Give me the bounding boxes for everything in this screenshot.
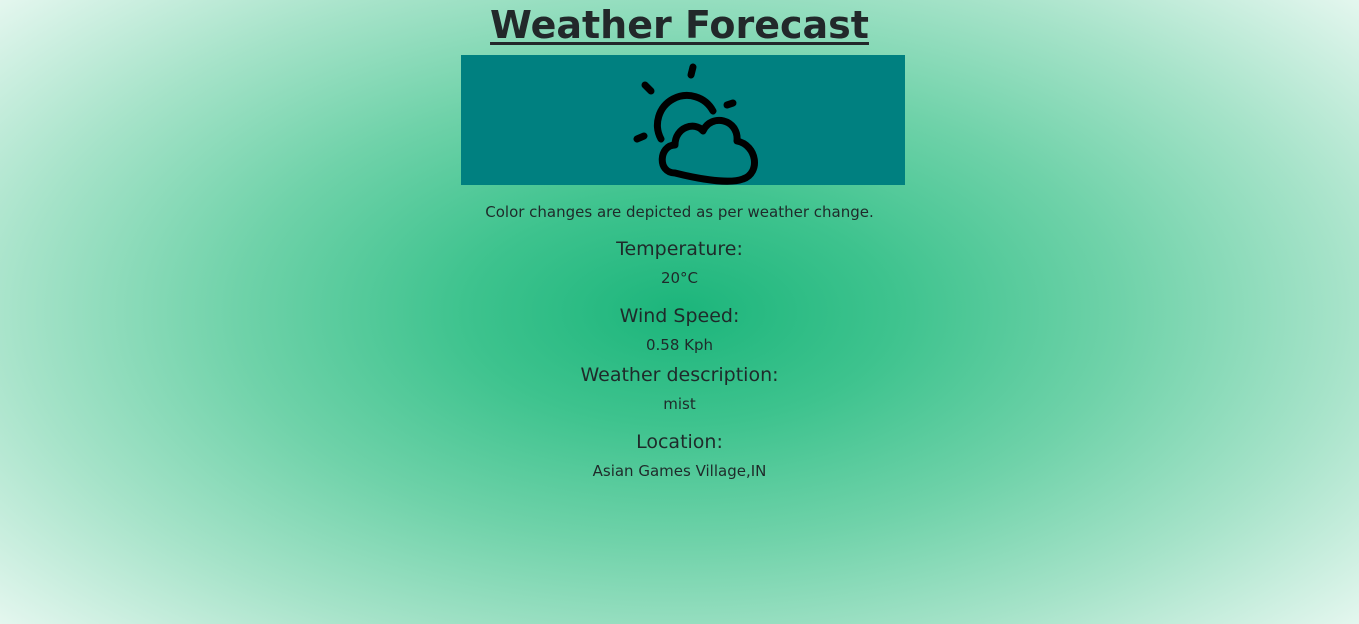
- wind-speed-value: 0.58 Kph: [645, 336, 714, 354]
- partly-cloudy-icon: [633, 63, 758, 185]
- weather-page: Weather Forecast Color changes are depic…: [0, 0, 1359, 624]
- temperature-label: Temperature:: [616, 238, 743, 260]
- weather-description-label: Weather description:: [580, 364, 779, 386]
- weather-description-value: mist: [663, 395, 696, 413]
- wind-speed-label: Wind Speed:: [619, 305, 740, 327]
- temperature-value: 20°C: [660, 269, 699, 287]
- page-title: Weather Forecast: [490, 3, 869, 47]
- location-label: Location:: [636, 431, 723, 453]
- location-value: Asian Games Village,IN: [592, 462, 767, 480]
- weather-banner: [461, 55, 905, 185]
- color-change-note: Color changes are depicted as per weathe…: [485, 203, 874, 221]
